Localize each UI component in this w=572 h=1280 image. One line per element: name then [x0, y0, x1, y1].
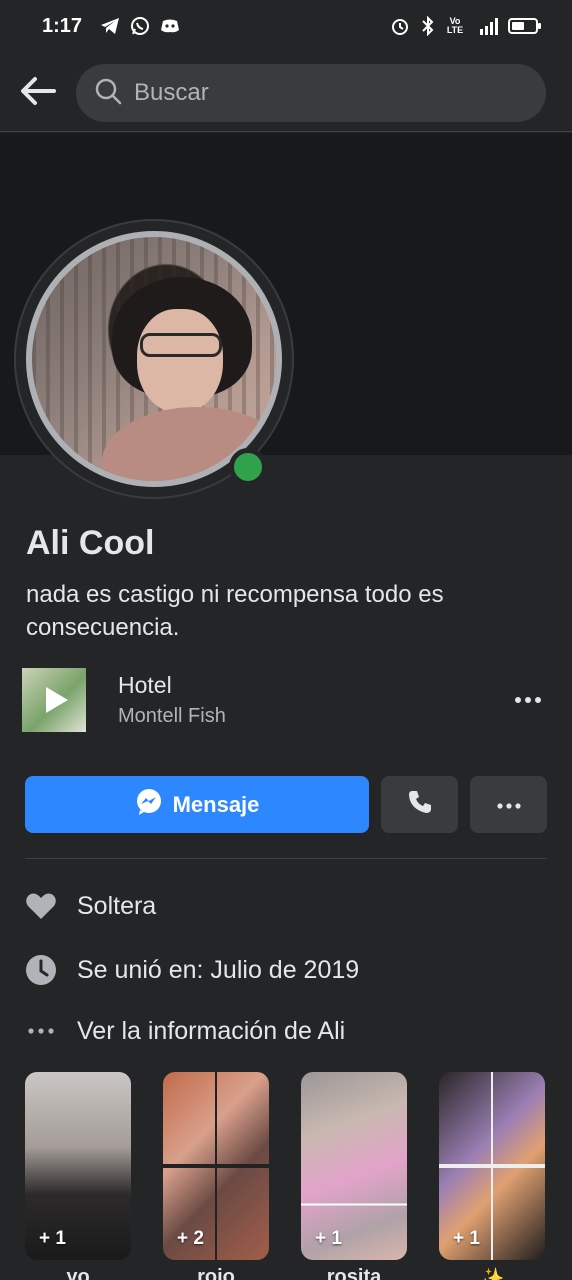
search-input[interactable] — [134, 79, 494, 107]
heart-icon — [25, 890, 57, 922]
phone-icon — [407, 789, 433, 820]
highlight-thumbnail[interactable]: + 1 — [25, 1072, 131, 1260]
song-artist: Montell Fish — [118, 705, 226, 727]
highlight-count: + 1 — [39, 1228, 66, 1249]
highlight-thumbnail[interactable]: + 2 — [163, 1072, 269, 1260]
highlight-label: ✨ — [479, 1268, 505, 1280]
message-button[interactable]: Mensaje — [25, 776, 369, 833]
relationship-text: Soltera — [77, 891, 157, 920]
system-icons: Vo LTE — [390, 16, 542, 36]
see-about-text[interactable]: Ver la información de Ali — [77, 1017, 345, 1046]
highlight-label: rosita — [326, 1266, 382, 1280]
highlight-count: + 1 — [453, 1228, 480, 1249]
highlight-item[interactable]: + 1 yo — [25, 1072, 131, 1280]
song-artwork[interactable] — [22, 668, 86, 732]
back-arrow-icon — [20, 76, 56, 111]
profile-bio: nada es castigo ni recompensa todo es co… — [26, 581, 444, 641]
highlight-label: rojo — [197, 1266, 235, 1280]
battery-icon — [508, 16, 542, 36]
clock-icon — [25, 954, 57, 986]
highlight-label: yo — [66, 1266, 90, 1280]
more-options-button[interactable] — [470, 776, 547, 833]
more-dots-icon — [514, 691, 542, 709]
info-relationship: Soltera — [25, 886, 547, 926]
profile-song[interactable]: Hotel Montell Fish — [22, 667, 550, 733]
alarm-icon — [390, 16, 410, 36]
call-button[interactable] — [381, 776, 458, 833]
whatsapp-icon — [130, 16, 150, 36]
section-divider — [25, 858, 547, 859]
highlight-thumbnail[interactable]: + 1 — [301, 1072, 407, 1260]
more-dots-icon — [496, 796, 521, 814]
notification-icons — [100, 16, 180, 36]
discord-icon — [160, 16, 180, 36]
highlight-count: + 1 — [315, 1228, 342, 1249]
see-about-info[interactable]: Ver la información de Ali — [25, 1011, 547, 1051]
profile-name: Ali Cool — [26, 524, 155, 562]
song-title: Hotel — [118, 672, 172, 698]
play-icon — [46, 687, 68, 713]
search-bar[interactable] — [76, 64, 546, 122]
song-more-button[interactable] — [506, 678, 550, 722]
search-icon — [94, 77, 122, 110]
volte-icon: Vo LTE — [446, 16, 464, 35]
song-info: Hotel Montell Fish — [118, 672, 226, 728]
telegram-icon — [100, 16, 120, 36]
more-dots-icon — [25, 1015, 57, 1047]
message-button-label: Mensaje — [172, 791, 260, 817]
info-joined: Se unió en: Julio de 2019 — [25, 950, 547, 990]
highlight-item[interactable]: + 1 rosita — [301, 1072, 407, 1280]
profile-actions: Mensaje — [25, 776, 547, 833]
highlight-item[interactable]: + 2 rojo — [163, 1072, 269, 1280]
highlight-thumbnail[interactable]: + 1 — [439, 1072, 545, 1260]
top-bar — [0, 56, 572, 132]
status-bar: 1:17 Vo LTE — [0, 0, 572, 52]
status-time: 1:17 — [42, 14, 83, 37]
messenger-icon — [135, 788, 163, 822]
joined-text: Se unió en: Julio de 2019 — [77, 955, 360, 984]
highlight-count: + 2 — [177, 1228, 204, 1249]
back-button[interactable] — [0, 56, 76, 132]
bluetooth-icon — [418, 16, 438, 36]
featured-highlights: + 1 yo + 2 rojo + 1 rosita + 1 ✨ — [25, 1072, 572, 1280]
highlight-item[interactable]: + 1 ✨ — [439, 1072, 545, 1280]
signal-4g-icon — [472, 16, 500, 36]
online-status-indicator — [229, 448, 267, 486]
